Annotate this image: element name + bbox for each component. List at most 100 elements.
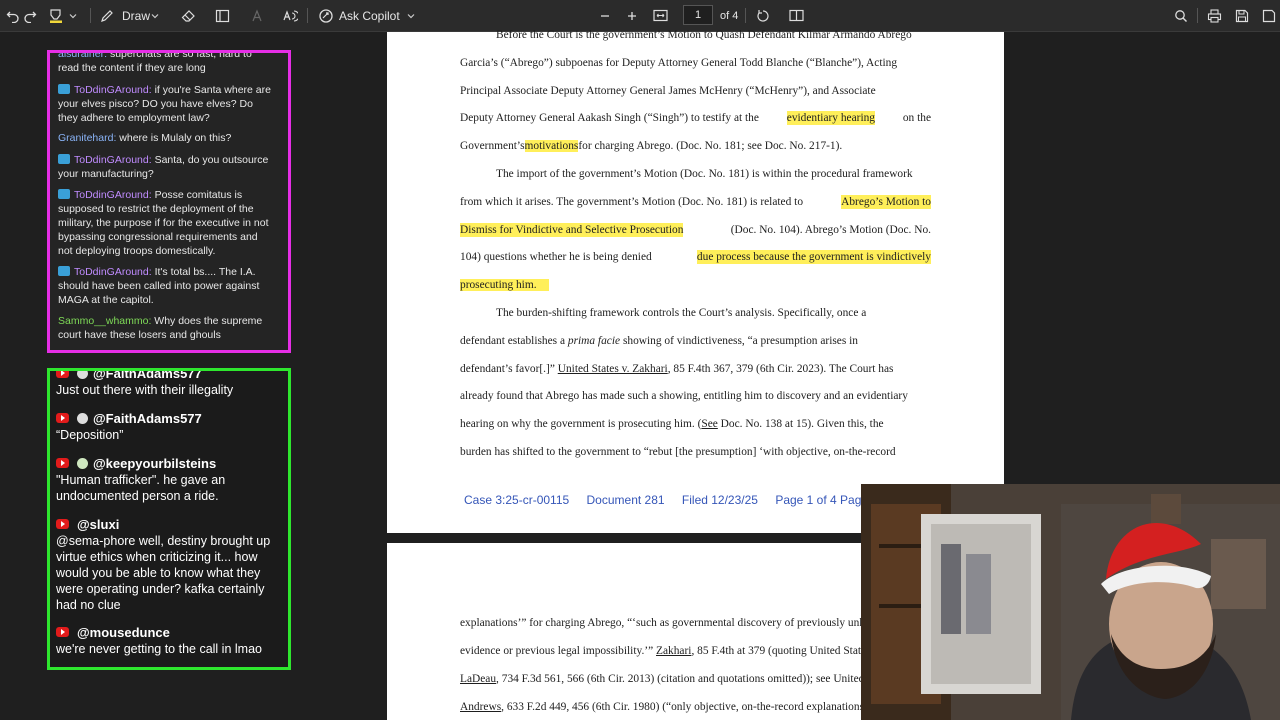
doc-line: from which it arises. The government’s M…: [460, 195, 931, 209]
text-format-icon: [250, 0, 264, 31]
search-icon[interactable]: [1174, 0, 1188, 31]
case-number: Case 3:25-cr-00115: [464, 493, 570, 507]
chat-username: aisdrainer:: [58, 50, 108, 60]
chat-overlay-twitch: aisdrainer: superchats are so fast, hard…: [47, 50, 291, 353]
highlight[interactable]: motivations: [524, 140, 579, 152]
doc-text: showing of vindictiveness, “a presumptio…: [622, 335, 858, 347]
separator: [90, 8, 91, 23]
youtube-icon: [56, 371, 69, 378]
doc-line: defendant establishes a prima facie show…: [460, 334, 931, 348]
subscriber-badge-icon: [58, 266, 70, 276]
zoom-out-icon[interactable]: [599, 0, 611, 31]
webcam-overlay: [861, 484, 1280, 720]
chat-username: ToDdinGAround:: [74, 189, 152, 201]
chat-username: ToDdinGAround:: [74, 154, 152, 166]
subscriber-badge-icon: [58, 154, 70, 164]
draw-dropdown-icon[interactable]: [150, 0, 160, 31]
highlight[interactable]: Dismiss for Vindictive and Selective Pro…: [460, 223, 684, 237]
pen-icon: [100, 9, 114, 23]
copilot-dropdown-icon: [406, 11, 416, 21]
webcam-image: [861, 484, 1280, 720]
draw-label: Draw: [122, 8, 151, 23]
highlight[interactable]: evidentiary hearing: [786, 111, 876, 125]
doc-line: The burden-shifting framework controls t…: [496, 307, 867, 319]
doc-text: from which it arises. The government’s M…: [460, 196, 804, 208]
highlighter-icon[interactable]: [48, 0, 64, 31]
doc-text: Deputy Attorney General Aakash Singh (“S…: [460, 112, 759, 124]
text-box-icon[interactable]: [215, 0, 230, 31]
chat-text: we're never getting to the call in lmao: [56, 642, 262, 656]
chat-text: Just out there with their illegality: [56, 383, 234, 397]
document-number: Document 281: [586, 493, 665, 507]
doc-italic: prima facie: [567, 335, 621, 347]
chat-username: ToDdinGAround:: [74, 266, 152, 278]
doc-line: The import of the government’s Motion (D…: [496, 168, 913, 180]
save-as-icon[interactable]: [1262, 0, 1276, 31]
doc-text: , 633 F.2d 449, 456 (6th Cir. 1980) (“on…: [501, 701, 865, 713]
chat-text: “Deposition”: [56, 428, 124, 442]
chat-username: @keepyourbilsteins: [93, 456, 217, 471]
doc-text: hearing on why the government is prosecu…: [460, 418, 702, 430]
doc-underline: See: [701, 418, 718, 430]
avatar: [77, 413, 88, 424]
zoom-in-icon[interactable]: [626, 0, 638, 31]
doc-text: defendant establishes a: [460, 335, 566, 347]
youtube-icon: [56, 519, 69, 529]
chat-text: "Human trafficker". he gave an undocumen…: [56, 473, 226, 503]
chat-message: @FaithAdams577 Just out there with their…: [56, 371, 288, 398]
highlighter-dropdown-icon[interactable]: [68, 0, 78, 31]
doc-line: Dismiss for Vindictive and Selective Pro…: [460, 223, 931, 237]
ask-copilot-button[interactable]: Ask Copilot: [318, 0, 416, 31]
highlight[interactable]: Abrego’s Motion to: [841, 195, 931, 209]
page-view-icon[interactable]: [789, 0, 804, 31]
subscriber-badge-icon: [58, 189, 70, 199]
undo-icon[interactable]: [6, 0, 20, 31]
case-citation: Zakhari: [656, 645, 692, 657]
filed-date: Filed 12/23/25: [681, 493, 758, 507]
doc-line: Deputy Attorney General Aakash Singh (“S…: [460, 111, 931, 125]
read-aloud-icon[interactable]: [282, 0, 298, 31]
chat-message: @sluxi @sema-phore well, destiny brought…: [56, 517, 288, 613]
doc-line: 104) questions whether he is being denie…: [460, 250, 931, 264]
youtube-icon: [56, 413, 69, 423]
doc-line: Principal Associate Deputy Attorney Gene…: [460, 85, 876, 97]
chat-username: @sluxi: [77, 517, 120, 532]
doc-line: Before the Court is the government’s Mot…: [496, 29, 912, 41]
chat-text: where is Mulaly on this?: [119, 132, 232, 144]
chat-username: @FaithAdams577: [93, 411, 202, 426]
chat-username: ToDdinGAround:: [74, 84, 152, 96]
case-citation: United States v. Zakhari: [557, 363, 668, 375]
chat-message: @FaithAdams577 “Deposition”: [56, 411, 288, 443]
chat-message: @keepyourbilsteins "Human trafficker". h…: [56, 456, 288, 504]
chat-message: ToDdinGAround: Posse comitatus is suppos…: [58, 188, 273, 258]
chat-text: @sema-phore well, destiny brought up vir…: [56, 534, 271, 612]
ask-copilot-label: Ask Copilot: [339, 8, 400, 23]
page-footer: Case 3:25-cr-00115 Document 281 Filed 12…: [464, 493, 894, 507]
rotate-icon[interactable]: [756, 0, 770, 31]
youtube-icon: [56, 627, 69, 637]
chat-message: Granitehard: where is Mulaly on this?: [58, 131, 273, 145]
chat-message: Sammo__whammo: Why does the supreme cour…: [58, 314, 273, 342]
chat-message: aisdrainer: superchats are so fast, hard…: [58, 50, 273, 75]
doc-text: , 85 F.4th at 379 (quoting United States…: [691, 645, 882, 657]
doc-line: Government’smotivationsfor charging Abre…: [460, 139, 931, 153]
eraser-icon[interactable]: [181, 0, 196, 31]
redo-icon[interactable]: [23, 0, 37, 31]
highlight[interactable]: due process because the government is vi…: [696, 250, 931, 264]
draw-button[interactable]: Draw: [100, 0, 150, 31]
doc-text: for charging Abrego. (Doc. No. 181; see …: [578, 140, 843, 152]
page-number-input[interactable]: 1: [683, 5, 713, 25]
fit-page-icon[interactable]: [653, 0, 668, 31]
doc-text: on the: [902, 112, 931, 124]
doc-line: defendant’s favor[.]” United States v. Z…: [460, 362, 931, 376]
highlight[interactable]: prosecuting him.: [460, 279, 549, 291]
youtube-icon: [56, 458, 69, 468]
subscriber-badge-icon: [58, 84, 70, 94]
doc-line: already found that Abrego has made such …: [460, 390, 908, 402]
doc-text: Government’s: [460, 140, 525, 152]
doc-line: hearing on why the government is prosecu…: [460, 417, 931, 431]
separator: [745, 8, 746, 23]
print-icon[interactable]: [1207, 0, 1222, 31]
save-icon[interactable]: [1235, 0, 1249, 31]
doc-text: evidence or previous legal impossibility…: [460, 645, 657, 657]
